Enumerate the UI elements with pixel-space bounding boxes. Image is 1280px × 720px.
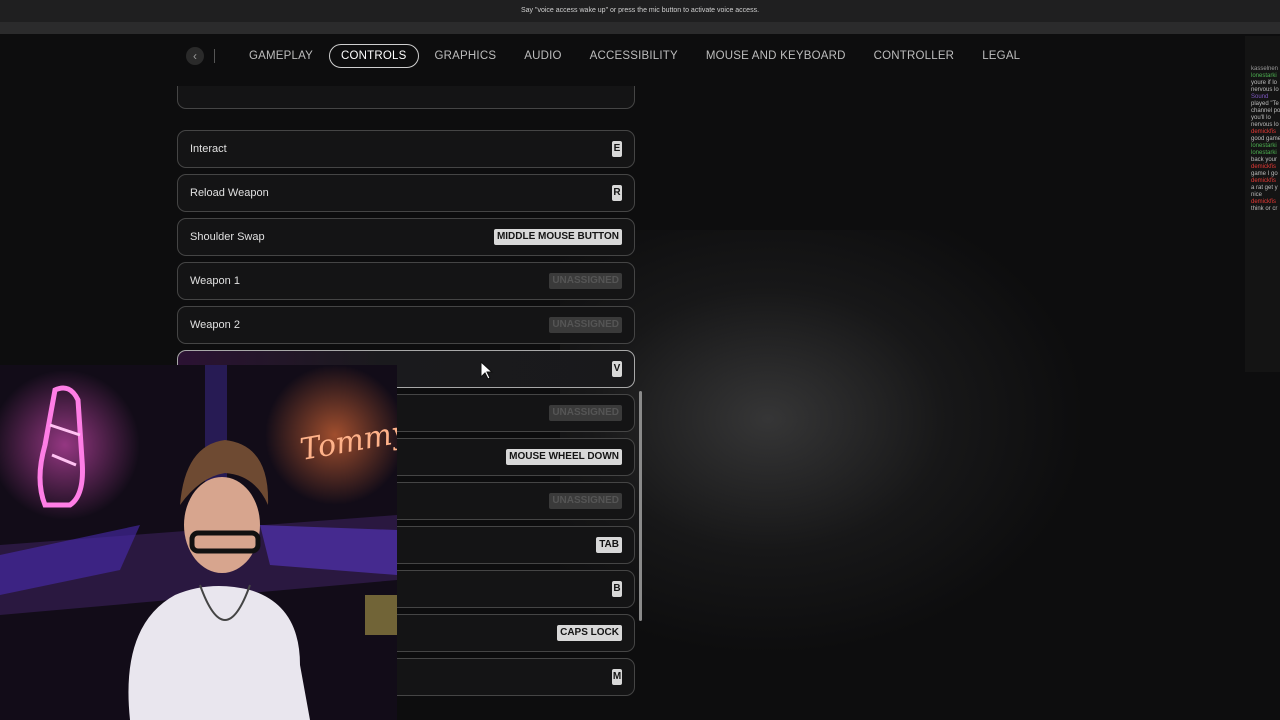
- chat-line: nervous lo: [1251, 87, 1279, 93]
- tab-gameplay[interactable]: GAMEPLAY: [237, 44, 325, 68]
- chat-line: nervous lo: [1251, 122, 1279, 128]
- chat-line: a rat get y: [1251, 185, 1278, 191]
- key-badge[interactable]: TAB: [596, 537, 622, 553]
- background-glow: [560, 230, 1080, 650]
- chat-line: youre if lo: [1251, 80, 1278, 86]
- chat-line: lonestarki: [1251, 150, 1277, 156]
- chat-line: kasselnen: [1251, 66, 1279, 72]
- binding-label: Shoulder Swap: [190, 231, 265, 243]
- key-badge[interactable]: MOUSE WHEEL DOWN: [506, 449, 622, 465]
- key-badge[interactable]: B: [612, 581, 622, 597]
- chat-line: back your: [1251, 157, 1278, 163]
- binding-label: Weapon 1: [190, 275, 240, 287]
- binding-label: Reload Weapon: [190, 187, 269, 199]
- chat-line: good game: [1251, 136, 1280, 142]
- tab-controls[interactable]: CONTROLS: [329, 44, 419, 68]
- chevron-left-icon: ‹: [193, 49, 197, 63]
- key-badge[interactable]: E: [612, 141, 622, 157]
- keybinding-row[interactable]: Weapon 1 UNASSIGNED: [177, 262, 635, 300]
- voice-access-banner: Say "voice access wake up" or press the …: [0, 0, 1280, 22]
- tab-accessibility[interactable]: ACCESSIBILITY: [578, 44, 690, 68]
- binding-label: Weapon 2: [190, 319, 240, 331]
- chat-line: channel po: [1251, 108, 1280, 114]
- list-scrollbar[interactable]: [639, 391, 642, 621]
- key-badge[interactable]: R: [612, 185, 622, 201]
- nav-divider: [214, 49, 215, 63]
- keybinding-row[interactable]: Shoulder Swap MIDDLE MOUSE BUTTON: [177, 218, 635, 256]
- streamer-webcam: Tommy: [0, 365, 397, 720]
- binding-label: Interact: [190, 143, 227, 155]
- chat-messages: kasselnen lonestarki youre if lo nervous lo…: [1245, 66, 1280, 213]
- key-badge[interactable]: M: [612, 669, 622, 685]
- tab-audio[interactable]: AUDIO: [512, 44, 573, 68]
- stream-chat: kasselnen lonestarki youre if lo nervous lo…: [1245, 36, 1280, 372]
- key-badge-unassigned[interactable]: UNASSIGNED: [549, 493, 622, 509]
- keybinding-row[interactable]: Interact E: [177, 130, 635, 168]
- chat-line: demickfis: [1251, 178, 1277, 184]
- key-badge[interactable]: MIDDLE MOUSE BUTTON: [493, 229, 622, 245]
- mouse-cursor-icon: [480, 361, 494, 380]
- top-strip: [0, 22, 1280, 34]
- key-badge-unassigned[interactable]: UNASSIGNED: [549, 405, 622, 421]
- chat-line: lonestarki: [1251, 143, 1277, 149]
- chat-line: Sound: [1251, 94, 1269, 100]
- key-badge[interactable]: V: [612, 361, 622, 377]
- chat-line: game I go: [1251, 171, 1278, 177]
- chat-line: played "Te: [1251, 101, 1279, 107]
- keybinding-row-partial[interactable]: [177, 86, 635, 109]
- key-badge-unassigned[interactable]: UNASSIGNED: [549, 273, 622, 289]
- tab-graphics[interactable]: GRAPHICS: [423, 44, 509, 68]
- key-badge-unassigned[interactable]: UNASSIGNED: [549, 317, 622, 333]
- keybinding-row[interactable]: Reload Weapon R: [177, 174, 635, 212]
- tab-controller[interactable]: CONTROLLER: [862, 44, 967, 68]
- chat-line: you'll lo: [1251, 115, 1271, 121]
- chat-line: demickfis: [1251, 164, 1277, 170]
- key-badge[interactable]: CAPS LOCK: [557, 625, 622, 641]
- settings-nav: ‹ GAMEPLAY CONTROLS GRAPHICS AUDIO ACCES…: [186, 43, 1036, 69]
- chat-line: think or cr: [1251, 206, 1278, 212]
- chat-line: lonestarki: [1251, 73, 1277, 79]
- chat-line: nice: [1251, 192, 1263, 198]
- chat-line: demickfis: [1251, 199, 1277, 205]
- back-button[interactable]: ‹: [186, 47, 204, 65]
- tab-mouse-and-keyboard[interactable]: MOUSE AND KEYBOARD: [694, 44, 858, 68]
- webcam-scene: Tommy: [0, 365, 397, 720]
- chat-line: demickfis: [1251, 129, 1277, 135]
- tab-legal[interactable]: LEGAL: [970, 44, 1032, 68]
- keybinding-row[interactable]: Weapon 2 UNASSIGNED: [177, 306, 635, 344]
